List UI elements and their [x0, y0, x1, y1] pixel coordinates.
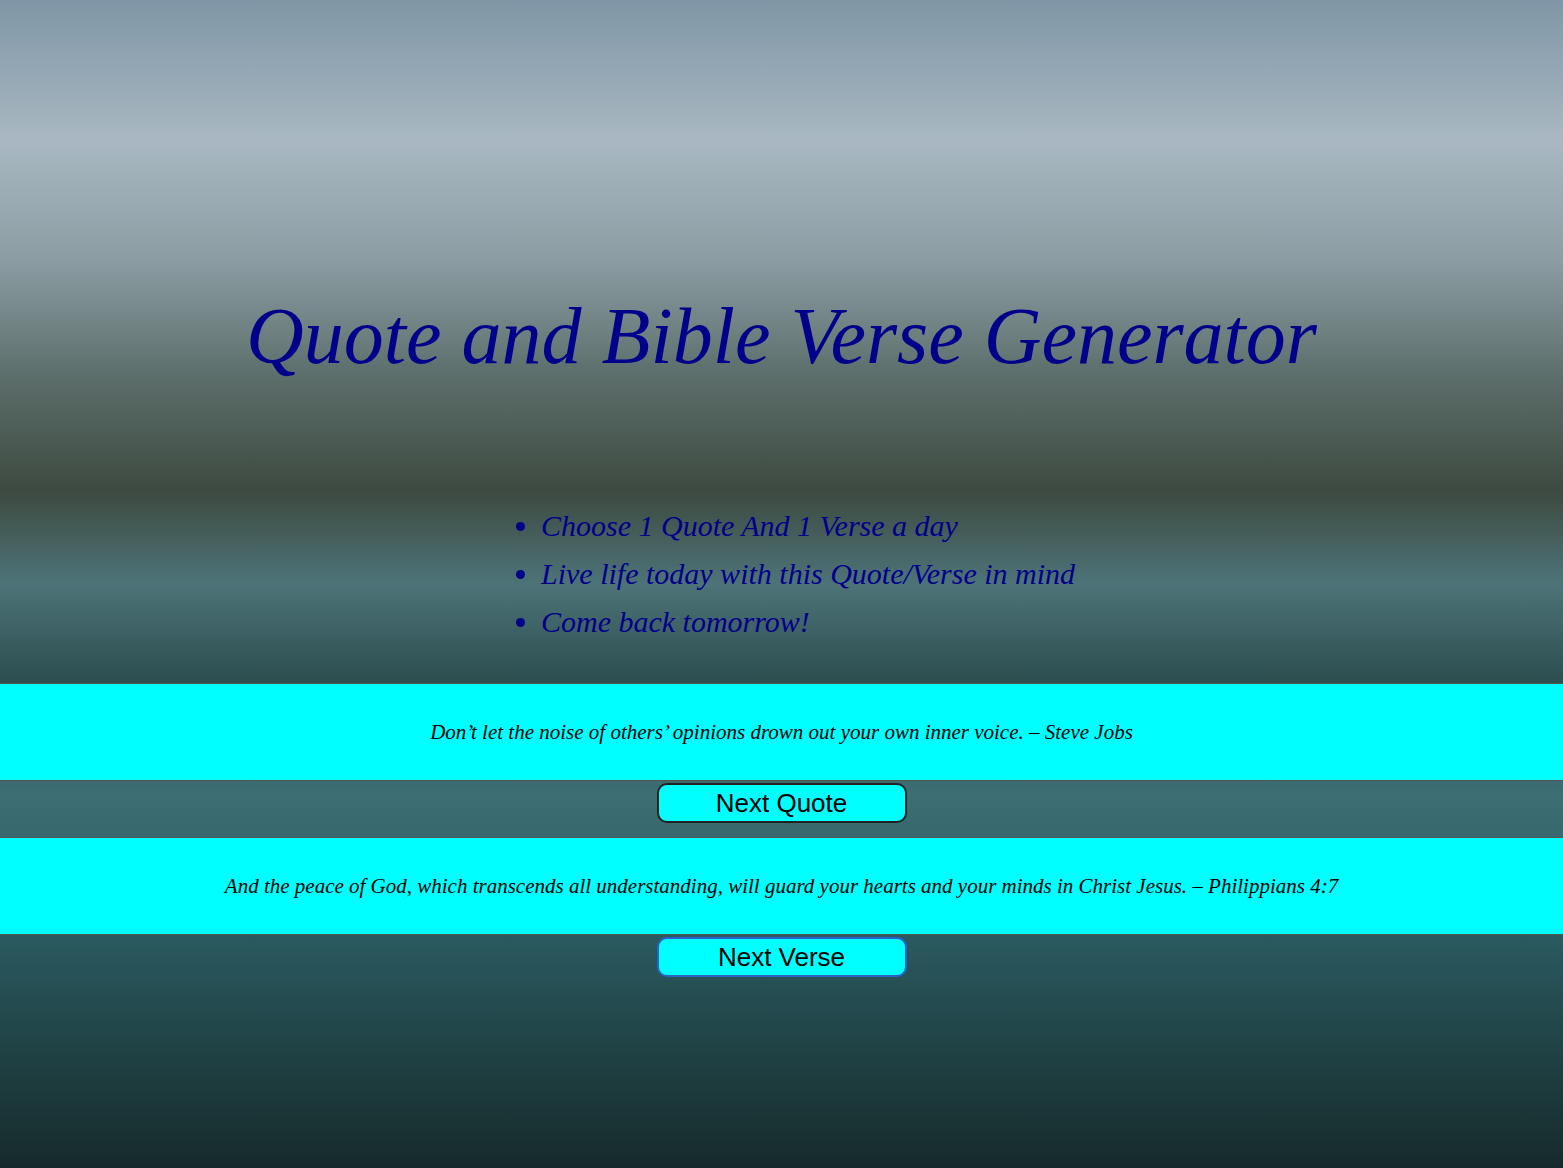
page-title: Quote and Bible Verse Generator — [246, 288, 1317, 384]
quote-band: Don’t let the noise of others’ opinions … — [0, 683, 1563, 781]
quote-button-row: Next Quote — [0, 781, 1563, 837]
quote-text: Don’t let the noise of others’ opinions … — [430, 720, 1133, 745]
hero-header: Quote and Bible Verse Generator Choose 1 … — [0, 0, 1563, 683]
verse-band: And the peace of God, which transcends a… — [0, 837, 1563, 935]
instruction-item: Come back tomorrow! — [541, 598, 1075, 646]
instructions-list: Choose 1 Quote And 1 Verse a dayLive lif… — [515, 502, 1075, 646]
page: Quote and Bible Verse Generator Choose 1 … — [0, 0, 1563, 1168]
verse-text: And the peace of God, which transcends a… — [225, 874, 1338, 899]
next-verse-button[interactable]: Next Verse — [657, 937, 907, 977]
next-quote-button[interactable]: Next Quote — [657, 783, 907, 823]
instruction-item: Choose 1 Quote And 1 Verse a day — [541, 502, 1075, 550]
verse-button-row: Next Verse — [0, 935, 1563, 991]
instruction-item: Live life today with this Quote/Verse in… — [541, 550, 1075, 598]
